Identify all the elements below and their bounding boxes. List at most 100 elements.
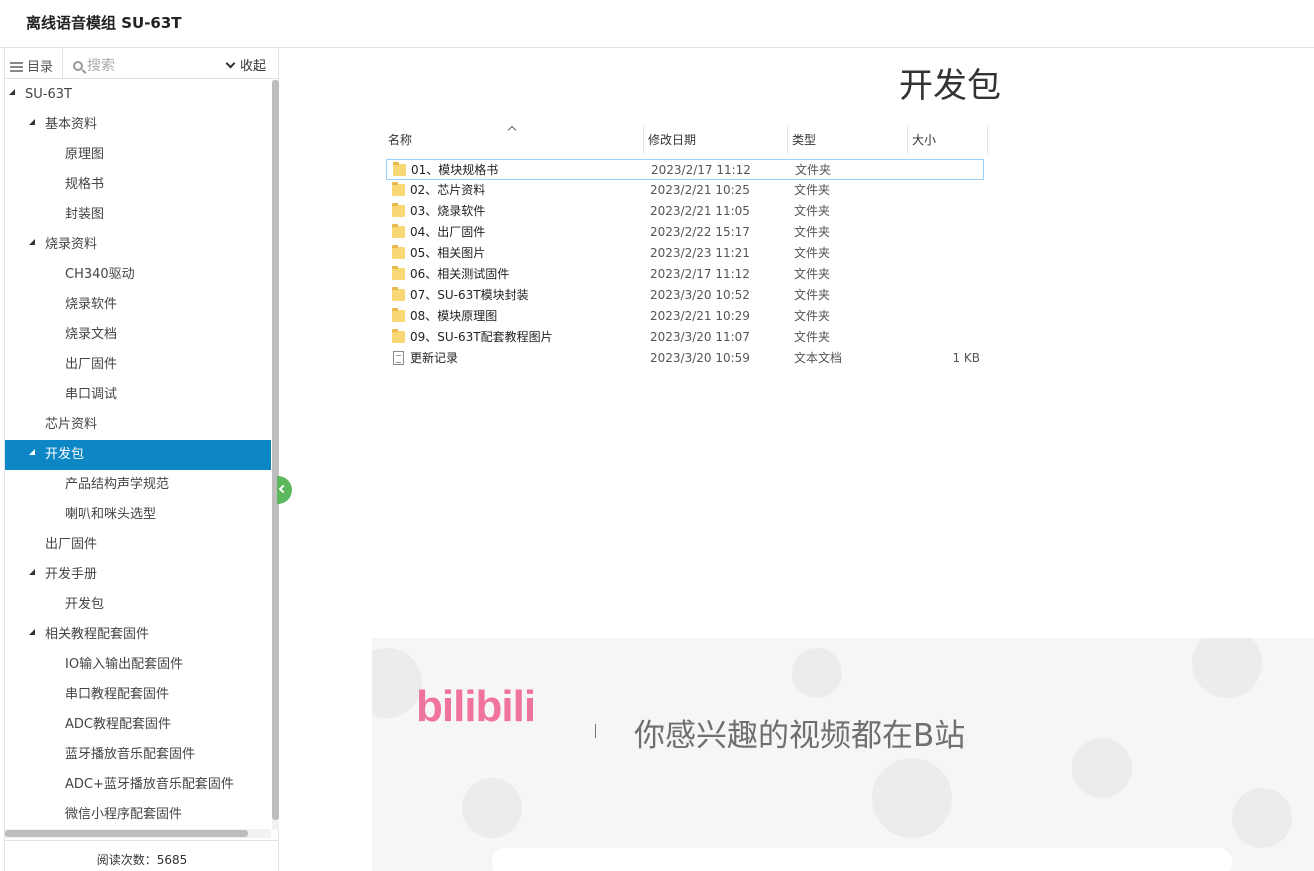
toc-item[interactable]: 规格书 xyxy=(5,170,271,200)
toc-button[interactable]: 目录 xyxy=(5,48,63,79)
text-file-icon xyxy=(393,351,404,365)
decor-shape xyxy=(792,648,842,698)
toc-item[interactable]: 相关教程配套固件 xyxy=(5,620,271,650)
toc-item[interactable]: 开发手册 xyxy=(5,560,271,590)
file-date: 2023/2/22 15:17 xyxy=(650,225,750,239)
file-name: 09、SU-63T配套教程图片 xyxy=(410,330,553,344)
file-type: 文件夹 xyxy=(795,163,832,177)
toc-item[interactable]: 蓝牙播放音乐配套固件 xyxy=(5,740,271,770)
file-row[interactable]: 更新记录 2023/3/20 10:59 文本文档 1 KB xyxy=(386,348,984,369)
file-name: 03、烧录软件 xyxy=(410,204,486,218)
folder-icon xyxy=(392,308,405,322)
sort-ascending-icon xyxy=(507,125,517,135)
toc-item[interactable]: 芯片资料 xyxy=(5,410,271,440)
column-label: 类型 xyxy=(792,133,817,147)
toc-item-label: 规格书 xyxy=(65,177,105,192)
toc-item[interactable]: 喇叭和咪头选型 xyxy=(5,500,271,530)
file-row[interactable]: 09、SU-63T配套教程图片 2023/3/20 11:07 文件夹 xyxy=(386,327,984,348)
collapse-button[interactable]: 收起 xyxy=(225,55,266,74)
separator xyxy=(595,724,596,738)
toc-item[interactable]: 微信小程序配套固件 xyxy=(5,800,271,828)
file-name: 07、SU-63T模块封装 xyxy=(410,288,529,302)
toc-item-label: CH340驱动 xyxy=(65,267,135,282)
toc-item-label: 烧录资料 xyxy=(45,237,98,252)
toc-item-label: 芯片资料 xyxy=(45,417,98,432)
bilibili-banner[interactable]: bilibili 你感兴趣的视频都在B站 xyxy=(372,638,1314,871)
sidebar-toolbar: 目录 搜索 收起 xyxy=(5,48,279,79)
expand-triangle-icon[interactable] xyxy=(29,239,35,245)
toc-item[interactable]: 产品结构声学规范 xyxy=(5,470,271,500)
file-date: 2023/2/17 11:12 xyxy=(650,267,750,281)
expand-triangle-icon[interactable] xyxy=(29,119,35,125)
column-header-name[interactable]: 名称 xyxy=(384,125,644,154)
file-date: 2023/3/20 10:52 xyxy=(650,288,750,302)
toc-item[interactable]: ADC教程配套固件 xyxy=(5,710,271,740)
toc-item[interactable]: SU-63T xyxy=(5,80,271,110)
file-row[interactable]: 07、SU-63T模块封装 2023/3/20 10:52 文件夹 xyxy=(386,285,984,306)
toc-item-label: 开发包 xyxy=(65,597,105,612)
search-input[interactable]: 搜索 xyxy=(63,48,243,79)
file-row[interactable]: 08、模块原理图 2023/2/21 10:29 文件夹 xyxy=(386,306,984,327)
file-row[interactable]: 02、芯片资料 2023/2/21 10:25 文件夹 xyxy=(386,180,984,201)
decor-shape xyxy=(872,758,952,838)
toc-item-label: 基本资料 xyxy=(45,117,98,132)
scroll-thumb[interactable] xyxy=(272,80,279,820)
sidebar-toggle-button[interactable] xyxy=(277,476,292,504)
toc-item-label: 相关教程配套固件 xyxy=(45,627,150,642)
expand-triangle-icon[interactable] xyxy=(29,569,35,575)
top-bar: 离线语音模组 SU-63T xyxy=(0,0,1314,48)
toc-item-label: 串口教程配套固件 xyxy=(65,687,170,702)
toc-tree: SU-63T 基本资料 原理图 规格书 封装图 烧录资料 CH340驱动 烧录软件 烧录文档 出厂… xyxy=(5,80,271,828)
toc-item[interactable]: 烧录文档 xyxy=(5,320,271,350)
column-header-type[interactable]: 类型 xyxy=(788,126,908,154)
column-header-size[interactable]: 大小 xyxy=(908,126,988,154)
file-row[interactable]: 06、相关测试固件 2023/2/17 11:12 文件夹 xyxy=(386,264,984,285)
expand-triangle-icon[interactable] xyxy=(29,629,35,635)
horizontal-scrollbar[interactable] xyxy=(5,829,271,838)
toc-item[interactable]: 开发包 xyxy=(5,590,271,620)
toc-item[interactable]: 出厂固件 xyxy=(5,530,271,560)
column-label: 修改日期 xyxy=(648,133,697,147)
file-row[interactable]: 05、相关图片 2023/2/23 11:21 文件夹 xyxy=(386,243,984,264)
expand-triangle-icon[interactable] xyxy=(29,449,35,455)
file-row[interactable]: 04、出厂固件 2023/2/22 15:17 文件夹 xyxy=(386,222,984,243)
toc-item[interactable]: 串口教程配套固件 xyxy=(5,680,271,710)
toc-item-label: SU-63T xyxy=(25,87,72,102)
toc-item[interactable]: ADC+蓝牙播放音乐配套固件 xyxy=(5,770,271,800)
toc-item[interactable]: 基本资料 xyxy=(5,110,271,140)
menu-icon xyxy=(10,62,23,72)
folder-icon xyxy=(392,287,405,301)
chevron-left-icon xyxy=(278,484,288,494)
toc-item[interactable]: 开发包 xyxy=(5,440,271,470)
expand-triangle-icon[interactable] xyxy=(9,89,15,95)
vertical-scrollbar[interactable] xyxy=(272,80,279,830)
file-type: 文件夹 xyxy=(794,204,831,218)
toc-item[interactable]: 烧录软件 xyxy=(5,290,271,320)
file-name: 05、相关图片 xyxy=(410,246,486,260)
scroll-thumb[interactable] xyxy=(5,830,248,837)
file-explorer: 名称 修改日期 类型 大小 01、模块规格书 2023/2/17 11:12 文件夹… xyxy=(384,122,988,372)
sidebar: 目录 搜索 收起 SU-63T 基本资料 原理图 规格书 封装图 烧录资料 CH340驱动烧… xyxy=(4,48,279,871)
decor-shape xyxy=(462,778,522,838)
toc-item[interactable]: CH340驱动 xyxy=(5,260,271,290)
read-count: 阅读次数：5685 xyxy=(5,840,279,871)
toc-item[interactable]: 出厂固件 xyxy=(5,350,271,380)
column-header-date[interactable]: 修改日期 xyxy=(644,126,788,154)
toc-item[interactable]: 烧录资料 xyxy=(5,230,271,260)
file-date: 2023/3/20 10:59 xyxy=(650,351,750,365)
toc-item-label: 出厂固件 xyxy=(45,537,98,552)
decor-shape xyxy=(372,648,422,718)
file-name: 02、芯片资料 xyxy=(410,183,486,197)
toc-item[interactable]: 串口调试 xyxy=(5,380,271,410)
toc-item[interactable]: IO输入输出配套固件 xyxy=(5,650,271,680)
file-type: 文件夹 xyxy=(794,330,831,344)
file-row[interactable]: 01、模块规格书 2023/2/17 11:12 文件夹 xyxy=(386,159,984,180)
toc-item-label: 烧录软件 xyxy=(65,297,118,312)
toc-item[interactable]: 封装图 xyxy=(5,200,271,230)
file-type: 文件夹 xyxy=(794,288,831,302)
file-date: 2023/3/20 11:07 xyxy=(650,330,750,344)
file-row[interactable]: 03、烧录软件 2023/2/21 11:05 文件夹 xyxy=(386,201,984,222)
file-date: 2023/2/21 10:25 xyxy=(650,183,750,197)
toc-item[interactable]: 原理图 xyxy=(5,140,271,170)
toc-item-label: 蓝牙播放音乐配套固件 xyxy=(65,747,196,762)
